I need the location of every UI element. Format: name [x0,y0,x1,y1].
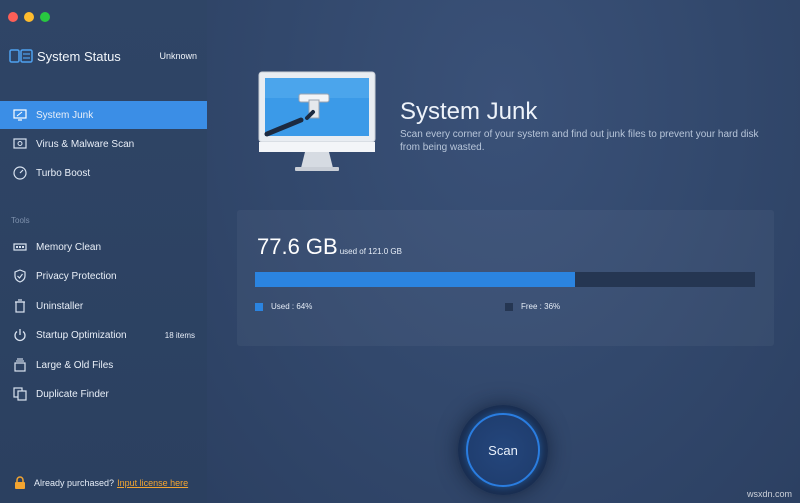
memory-chip-icon [12,239,28,255]
license-row: Already purchased? Input license here [14,476,188,489]
privacy-shield-icon [12,268,28,284]
startup-items-count: 18 items [164,330,195,340]
used-amount: 77.6 GB [257,234,338,259]
window-controls [8,12,50,22]
storage-usage-fill [255,272,575,287]
zoom-window-button[interactable] [40,12,50,22]
sidebar-item-label: Large & Old Files [36,359,114,371]
legend-used: Used : 64% [255,302,312,311]
monitor-brush-illustration [258,71,376,171]
monitor-icon [12,107,28,123]
sidebar-item-privacy-protection[interactable]: Privacy Protection [0,262,207,290]
used-of-total: used of 121.0 GB [339,247,402,256]
close-window-button[interactable] [8,12,18,22]
tools-section-label: Tools [11,216,30,225]
system-status-title: System Status [37,48,121,64]
sidebar-item-label: Memory Clean [36,241,102,253]
minimize-window-button[interactable] [24,12,34,22]
sidebar-item-label: Privacy Protection [36,270,117,282]
sidebar-item-label: Turbo Boost [36,167,91,179]
shield-scan-icon [12,136,28,152]
page-title: System Junk [400,98,538,125]
duplicate-files-icon [12,386,28,402]
free-label: Free : 36% [521,302,561,311]
free-swatch [505,302,513,311]
legend-free: Free : 36% [505,302,560,311]
license-prompt: Already purchased? [34,477,115,488]
sidebar-item-uninstaller[interactable]: Uninstaller [0,292,207,320]
sidebar-item-virus-malware-scan[interactable]: Virus & Malware Scan [0,130,207,158]
input-license-link[interactable]: Input license here [117,478,188,488]
sidebar-item-label: System Junk [36,109,94,121]
sidebar-item-system-junk[interactable]: System Junk [0,101,207,129]
main-panel: System Junk Scan every corner of your sy… [207,0,800,503]
sidebar-item-duplicate-finder[interactable]: Duplicate Finder [0,380,207,408]
system-status-row[interactable]: System Status Unknown [9,46,197,66]
power-icon [12,327,28,343]
system-status-icon [9,49,33,63]
sidebar-item-label: Uninstaller [36,300,84,312]
sidebar: System Status Unknown System Junk Virus … [0,0,207,503]
sidebar-item-startup-optimization[interactable]: Startup Optimization 18 items [0,321,207,349]
scan-button[interactable]: Scan [466,413,540,487]
storage-usage-bar [255,272,755,287]
sidebar-item-label: Duplicate Finder [36,388,109,400]
sidebar-item-label: Virus & Malware Scan [36,138,135,150]
speedometer-icon [12,165,28,181]
scan-button-ring: Scan [458,405,548,495]
used-label: Used : 64% [271,302,313,311]
system-status-value: Unknown [159,51,197,61]
trash-icon [12,298,28,314]
storage-panel: 77.6 GB used of 121.0 GB Used : 64% Free… [237,210,774,346]
storage-amount: 77.6 GB used of 121.0 GB [257,234,402,260]
sidebar-item-turbo-boost[interactable]: Turbo Boost [0,159,207,187]
sidebar-item-memory-clean[interactable]: Memory Clean [0,233,207,261]
sidebar-item-label: Startup Optimization [36,329,127,341]
used-swatch [255,302,263,311]
sidebar-item-large-old-files[interactable]: Large & Old Files [0,351,207,379]
lock-icon [15,476,25,489]
files-stack-icon [12,357,28,373]
watermark: wsxdn.com [746,489,792,499]
page-description: Scan every corner of your system and fin… [400,129,759,153]
